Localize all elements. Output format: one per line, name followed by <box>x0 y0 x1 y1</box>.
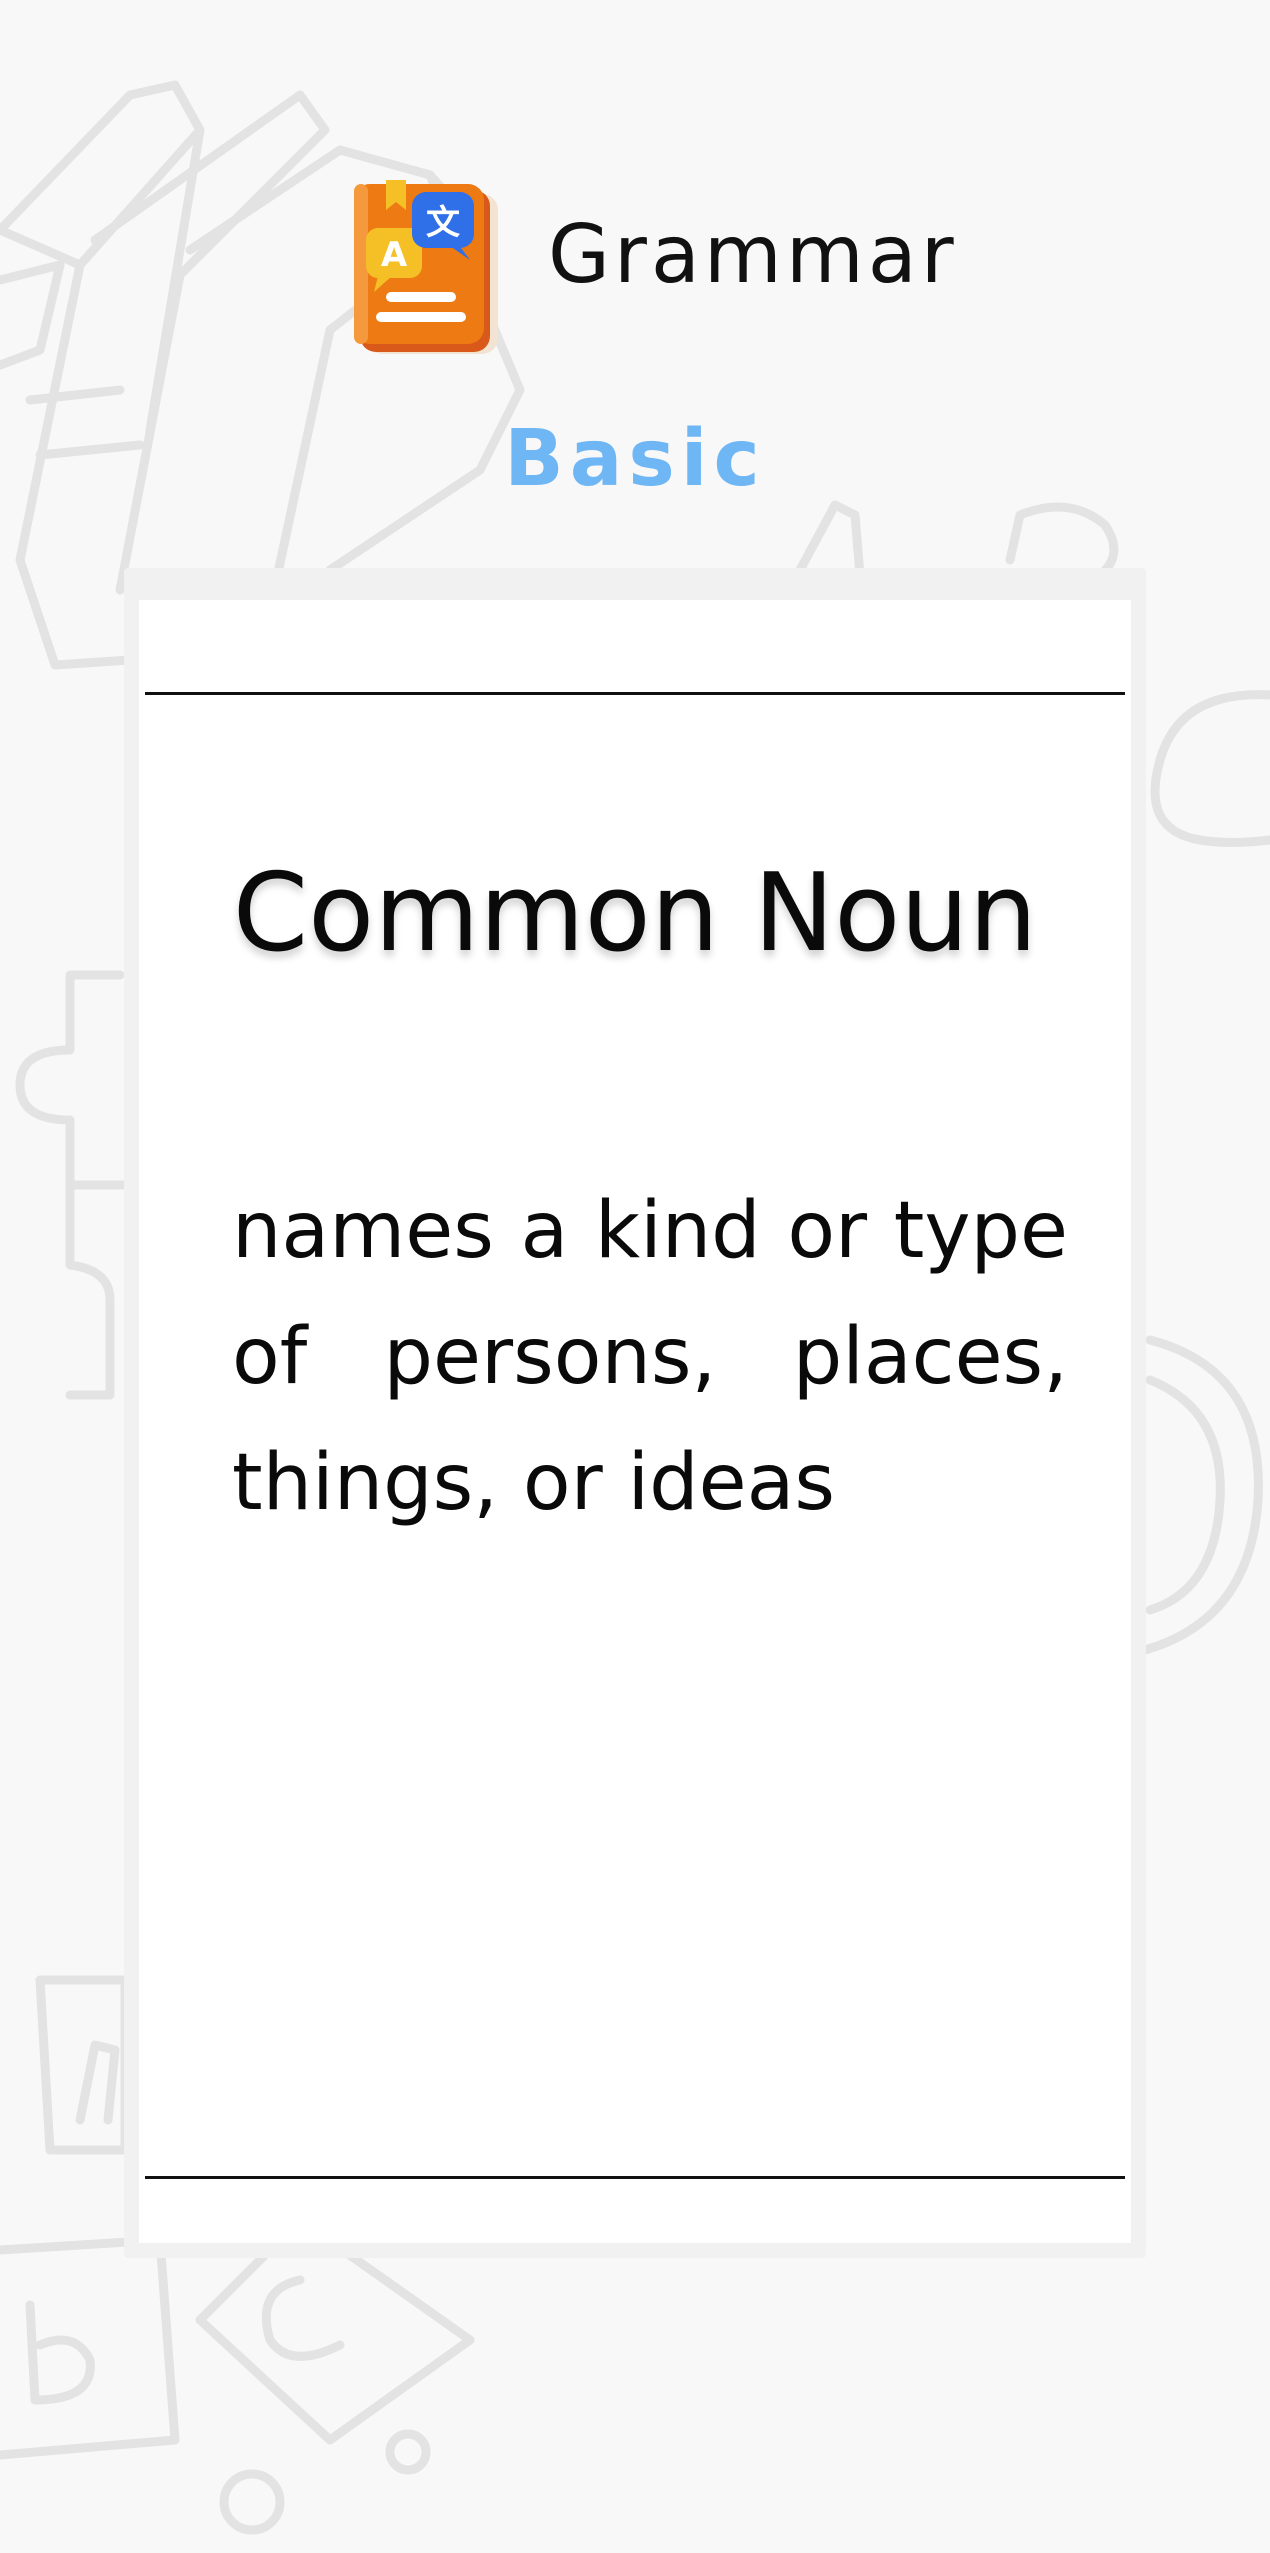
card-definition: names a kind or type of persons, places,… <box>232 1186 1068 1528</box>
app-title: Grammar <box>548 208 958 301</box>
card-bottom-divider <box>145 2176 1125 2179</box>
card-term: Common Noun <box>232 851 1038 976</box>
grammar-book-translate-icon: A 文 <box>354 180 498 354</box>
card-top-divider <box>145 692 1125 695</box>
bubble-doodle <box>1150 690 1270 847</box>
level-label: Basic <box>504 414 766 504</box>
letter-b-doodle <box>1005 502 1119 580</box>
svg-text:文: 文 <box>426 203 460 243</box>
svg-text:A: A <box>381 235 408 275</box>
header: A 文 Grammar <box>0 170 1270 354</box>
letter-a-doodle <box>795 500 865 580</box>
